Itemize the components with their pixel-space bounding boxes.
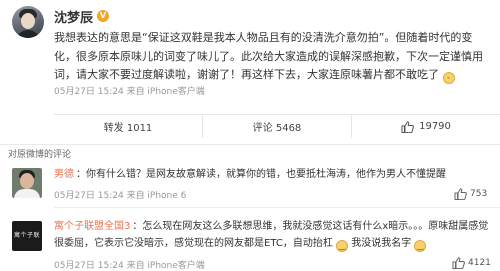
comment-avatar-1[interactable] [12, 168, 42, 198]
author-row: 沈梦辰 V [54, 7, 110, 26]
comment-label: 评论 5468 [252, 123, 302, 134]
comment-time-2: 05月27日 15:24 来自 iPhone客户端 [54, 261, 205, 271]
grin-emoji-icon: ‿ [414, 240, 427, 252]
comment-button[interactable]: 评论 5468 [202, 115, 351, 138]
post-text: 我想表达的意思是“保证这双鞋是我本人物品且有的没清洗介意勿拍”。但随着时代的变化… [54, 29, 486, 85]
like-count: 19790 [419, 121, 451, 132]
comment-text-1: 男德 ：你有什么错？是网友故意解读，就算你的错，也要抵杜海涛，他作为男人不懂提醒 [54, 166, 494, 183]
comment-like-button-1[interactable]: 753 [454, 188, 487, 200]
sweat-emoji-icon: ‑ [442, 72, 455, 84]
comments-header: 对原微博的评论 [0, 144, 500, 164]
thumbs-up-icon [454, 188, 467, 200]
comment-username-1[interactable]: 男德 [54, 169, 74, 180]
share-label: 转发 1011 [103, 123, 153, 134]
comment-divider [54, 207, 500, 208]
action-bar: 转发 1011 评论 5468 19790 [54, 114, 500, 138]
author-avatar[interactable] [12, 6, 44, 38]
post-body: 我想表达的意思是“保证这双鞋是我本人物品且有的没清洗介意勿拍”。但随着时代的变化… [54, 31, 483, 81]
post-meta: 05月27日 15:24 来自 iPhone客户端 [54, 84, 205, 97]
share-button[interactable]: 转发 1011 [54, 115, 202, 138]
comment-username-2[interactable]: 寓个子联盟全国3 [54, 221, 130, 232]
comment-time-1: 05月27日 15:24 来自 iPhone 6 [54, 191, 187, 201]
comment-likes-1: 753 [470, 189, 488, 199]
weibo-post-page: 沈梦辰 V 我想表达的意思是“保证这双鞋是我本人物品且有的没清洗介意勿拍”。但随… [0, 0, 500, 271]
author-name[interactable]: 沈梦辰 [54, 7, 93, 26]
thumbs-up-icon [401, 120, 414, 133]
comment-content-2-middle: 我没说我名字 [351, 238, 412, 249]
comment-avatar-2[interactable]: 寓个子联盟 [12, 221, 42, 251]
verified-badge-icon: V [97, 10, 110, 22]
post-time: 05月27日 15:24 来自 iPhone客户端 [54, 87, 205, 97]
comment-meta-1: 05月27日 15:24 来自 iPhone 6 [54, 188, 186, 201]
thumbs-up-icon [452, 257, 465, 269]
grin-emoji-icon: ‿ [336, 240, 349, 252]
comment-meta-2: 05月27日 15:24 来自 iPhone客户端 [54, 258, 205, 271]
comment-like-button-2[interactable]: 4121 [452, 257, 491, 269]
like-button[interactable]: 19790 [351, 115, 500, 138]
comment-likes-2: 4121 [468, 258, 491, 268]
comment-avatar-2-text: 寓个子联盟 [13, 232, 40, 239]
comment-text-2: 寓个子联盟全国3 ：怎么现在网友这么多联想思维，我就没感觉这话有什么x暗示。。。原… [54, 218, 494, 252]
comment-content-1: ：你有什么错？是网友故意解读，就算你的错，也要抵杜海涛，他作为男人不懂提醒 [76, 169, 446, 180]
